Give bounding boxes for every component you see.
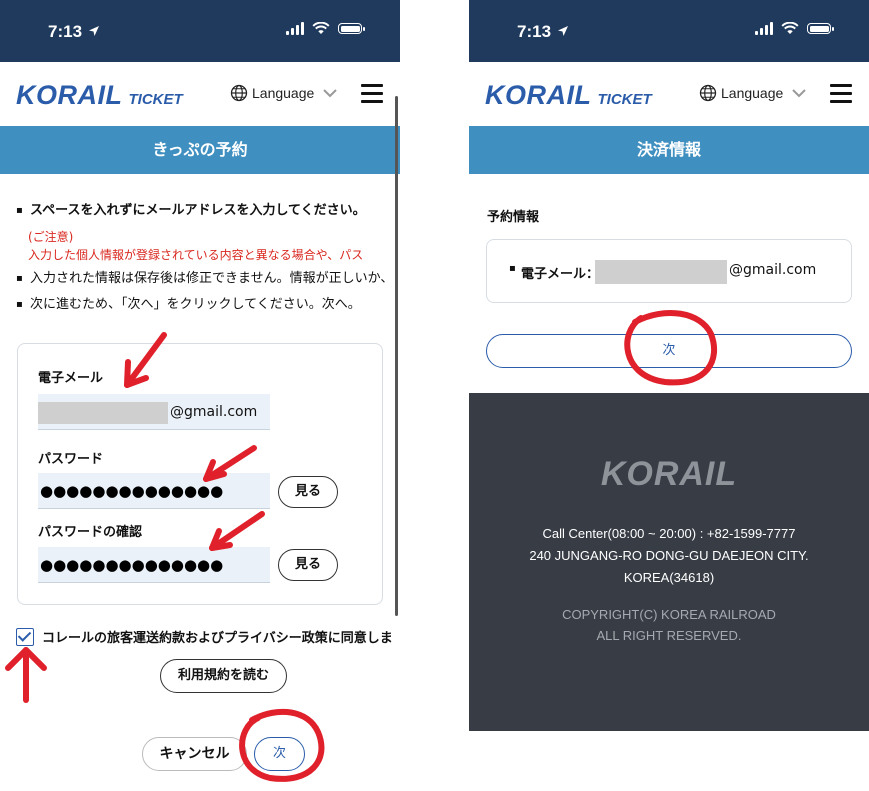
address-line-1: 240 JUNGANG-RO DONG-GU DAEJEON CITY. xyxy=(529,548,809,563)
redacted-email xyxy=(595,260,727,284)
battery-icon xyxy=(338,23,365,34)
status-time: 7:13 xyxy=(517,22,552,41)
reservation-info-card: 電子メール： @gmail.com xyxy=(486,239,852,303)
email-suffix: @gmail.com xyxy=(170,404,258,420)
cellular-signal-icon xyxy=(755,22,773,35)
app-header: KORAIL TICKET Language xyxy=(0,62,400,126)
app-header: KORAIL TICKET Language xyxy=(469,62,869,126)
cellular-signal-icon xyxy=(286,22,304,35)
cancel-button[interactable]: キャンセル xyxy=(142,737,247,771)
hamburger-menu-icon[interactable] xyxy=(361,84,383,103)
scrollbar[interactable] xyxy=(395,96,398,616)
hamburger-menu-icon[interactable] xyxy=(830,84,852,103)
wifi-icon xyxy=(781,22,799,34)
confirm-password-label: パスワードの確認 xyxy=(38,525,143,540)
right-screen: 7:13 KORAIL TICKET Language 決済情報 予約情報 電子… xyxy=(469,0,869,731)
agree-text: コレールの旅客運送約款およびプライバシー政策に同意しま xyxy=(42,631,393,646)
instruction-2: 入力された情報は保存後は修正できません。情報が正しいか、 xyxy=(16,270,400,288)
status-time: 7:13 xyxy=(48,22,83,41)
page-title: 決済情報 xyxy=(469,126,869,174)
read-terms-button[interactable]: 利用規約を読む xyxy=(160,659,287,693)
email-label: 電子メール xyxy=(38,371,104,386)
copyright-line-2: ALL RIGHT RESERVED. xyxy=(596,628,742,643)
status-bar: 7:13 xyxy=(0,0,400,62)
language-label: Language xyxy=(721,85,784,101)
korail-logo[interactable]: KORAIL TICKET xyxy=(16,80,183,111)
left-screen: 7:13 KORAIL TICKET Language きっぷの予約 スペースを… xyxy=(0,0,400,791)
location-arrow-icon xyxy=(89,26,99,36)
email-info-label: 電子メール： xyxy=(509,263,599,282)
footer: KORAIL Call Center(08:00 ~ 20:00) : +82-… xyxy=(469,393,869,731)
language-selector[interactable]: Language xyxy=(699,84,807,102)
show-confirm-password-button[interactable]: 見る xyxy=(278,549,338,581)
chevron-down-icon xyxy=(323,89,338,98)
login-form-card: 電子メール @gmail.com パスワード ●●●●●●●●●●●●●● 見る… xyxy=(17,343,383,605)
reservation-info-title: 予約情報 xyxy=(487,210,540,225)
page-title: きっぷの予約 xyxy=(0,126,400,174)
language-label: Language xyxy=(252,85,315,101)
globe-icon xyxy=(699,84,717,102)
location-arrow-icon xyxy=(558,26,568,36)
notice-text: 入力した個人情報が登録されている内容と異なる場合や、パス xyxy=(28,248,364,262)
instructions: スペースを入れずにメールアドレスを入力してください。 (ご注意) 入力した個人情… xyxy=(16,202,400,314)
korail-logo[interactable]: KORAIL TICKET xyxy=(485,80,652,111)
status-bar: 7:13 xyxy=(469,0,869,62)
instruction-1: スペースを入れずにメールアドレスを入力してください。 xyxy=(16,202,400,220)
next-button[interactable]: 次 xyxy=(254,737,305,771)
next-button[interactable]: 次 xyxy=(486,334,852,368)
copyright-line-1: COPYRIGHT(C) KOREA RAILROAD xyxy=(562,607,776,622)
redacted-email xyxy=(38,402,168,424)
language-selector[interactable]: Language xyxy=(230,84,338,102)
password-label: パスワード xyxy=(38,452,104,467)
chevron-down-icon xyxy=(792,89,807,98)
globe-icon xyxy=(230,84,248,102)
password-masked: ●●●●●●●●●●●●●● xyxy=(40,482,224,500)
agree-checkbox[interactable] xyxy=(16,627,34,646)
wifi-icon xyxy=(312,22,330,34)
show-password-button[interactable]: 見る xyxy=(278,476,338,508)
email-info-suffix: @gmail.com xyxy=(729,262,817,278)
footer-logo: KORAIL xyxy=(600,455,738,493)
address-line-2: KOREA(34618) xyxy=(623,570,715,585)
call-center: Call Center(08:00 ~ 20:00) : +82-1599-77… xyxy=(542,526,796,541)
battery-icon xyxy=(807,23,834,34)
instruction-3: 次に進むため、「次へ」をクリックしてください。次へ。 xyxy=(16,296,400,314)
confirm-password-masked: ●●●●●●●●●●●●●● xyxy=(40,556,224,574)
confirm-password-field[interactable]: ●●●●●●●●●●●●●● xyxy=(38,547,270,583)
password-field[interactable]: ●●●●●●●●●●●●●● xyxy=(38,473,270,509)
agree-row[interactable]: コレールの旅客運送約款およびプライバシー政策に同意しま xyxy=(16,627,393,646)
email-field[interactable]: @gmail.com xyxy=(38,394,270,430)
notice-heading: (ご注意) xyxy=(28,230,74,244)
